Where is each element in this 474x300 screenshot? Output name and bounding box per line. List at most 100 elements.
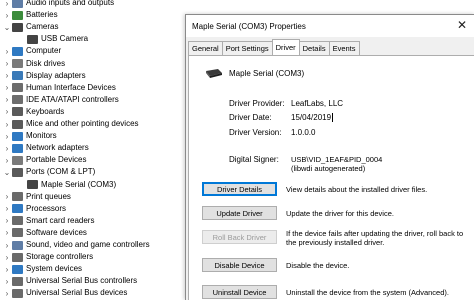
- tree-item-universal-serial-bus-devices[interactable]: › Universal Serial Bus devices: [2, 287, 127, 299]
- tree-item-portable-devices[interactable]: › Portable Devices: [2, 154, 86, 166]
- software-device-icon: [12, 228, 23, 238]
- tree-item-batteries[interactable]: › Batteries: [2, 9, 58, 21]
- port-icon: [204, 68, 224, 82]
- network-icon: [12, 143, 23, 153]
- tree-item-label: Print queues: [26, 191, 71, 201]
- chevron-right-icon[interactable]: ›: [2, 45, 12, 57]
- chevron-right-icon[interactable]: ›: [2, 203, 12, 215]
- tree-item-print-queues[interactable]: › Print queues: [2, 191, 71, 203]
- chevron-right-icon[interactable]: ›: [2, 94, 12, 106]
- tree-item-label: Cameras: [26, 22, 59, 32]
- tree-item-label: Software devices: [26, 227, 87, 237]
- tree-item-label: System devices: [26, 264, 83, 274]
- update-driver-description: Update the driver for this device.: [286, 209, 394, 218]
- chevron-right-icon[interactable]: ›: [2, 227, 12, 239]
- tree-item-ports-com-lpt[interactable]: ⌄ Ports (COM & LPT): [2, 166, 95, 178]
- system-device-icon: [12, 264, 23, 274]
- chevron-right-icon[interactable]: ›: [2, 275, 12, 287]
- tree-item-human-interface-devices[interactable]: › Human Interface Devices: [2, 82, 116, 94]
- tree-item-cameras[interactable]: ⌄ Cameras: [2, 21, 58, 33]
- tab-general[interactable]: General: [188, 41, 223, 55]
- camera-icon: [27, 34, 38, 44]
- update-driver-button[interactable]: Update Driver: [202, 206, 277, 220]
- tab-details[interactable]: Details: [298, 41, 330, 55]
- device-tree: › Audio inputs and outputs › Batteries ⌄ Came…: [0, 0, 190, 299]
- tree-item-usb-camera[interactable]: USB Camera: [23, 33, 88, 45]
- chevron-right-icon[interactable]: ›: [2, 58, 12, 70]
- driver-details-description: View details about the installed driver …: [286, 185, 428, 194]
- tree-item-universal-serial-bus-controllers[interactable]: › Universal Serial Bus controllers: [2, 275, 137, 287]
- driver-version-label: Driver Version:: [229, 128, 282, 137]
- tree-item-monitors[interactable]: › Monitors: [2, 130, 57, 142]
- smart-card-icon: [12, 216, 23, 226]
- chevron-right-icon[interactable]: ›: [2, 9, 12, 21]
- controller-icon: [12, 95, 23, 105]
- chevron-right-icon[interactable]: ›: [2, 118, 12, 130]
- tree-item-label: Display adapters: [26, 70, 86, 80]
- driver-date-value: 15/04/2019: [291, 113, 332, 122]
- chevron-right-icon[interactable]: ›: [2, 0, 12, 9]
- driver-version-value: 1.0.0.0: [291, 128, 316, 137]
- keyboard-icon: [12, 107, 23, 117]
- tab-driver[interactable]: Driver: [271, 39, 300, 55]
- driver-details-button[interactable]: Driver Details: [202, 182, 277, 196]
- uninstall-device-button[interactable]: Uninstall Device: [202, 285, 277, 299]
- mouse-icon: [12, 119, 23, 129]
- chevron-right-icon[interactable]: ›: [2, 106, 12, 118]
- chevron-right-icon[interactable]: ›: [2, 263, 12, 275]
- chevron-right-icon[interactable]: ›: [2, 142, 12, 154]
- port-icon: [12, 167, 23, 177]
- tree-item-system-devices[interactable]: › System devices: [2, 263, 82, 275]
- tree-item-processors[interactable]: › Processors: [2, 203, 66, 215]
- tree-item-label: Keyboards: [26, 106, 65, 116]
- driver-provider-value: LeafLabs, LLC: [291, 99, 344, 108]
- tree-item-smart-card-readers[interactable]: › Smart card readers: [2, 215, 94, 227]
- chevron-right-icon[interactable]: ›: [2, 287, 12, 299]
- roll-back-driver-button[interactable]: Roll Back Driver: [202, 230, 277, 244]
- tree-item-software-devices[interactable]: › Software devices: [2, 227, 87, 239]
- hid-icon: [12, 83, 23, 93]
- tree-item-label: Network adapters: [26, 143, 89, 153]
- tree-item-disk-drives[interactable]: › Disk drives: [2, 58, 65, 70]
- chevron-right-icon[interactable]: ›: [2, 130, 12, 142]
- tree-item-storage-controllers[interactable]: › Storage controllers: [2, 251, 93, 263]
- disable-device-button[interactable]: Disable Device: [202, 258, 277, 272]
- tree-item-label: Human Interface Devices: [26, 82, 116, 92]
- chevron-down-icon[interactable]: ⌄: [2, 21, 12, 33]
- tree-item-label: Ports (COM & LPT): [26, 167, 96, 177]
- close-icon[interactable]: ✕: [457, 18, 467, 32]
- tree-item-mice-and-other-pointing-devices[interactable]: › Mice and other pointing devices: [2, 118, 139, 130]
- digital-signer-value: USB\VID_1EAF&PID_0004 (libwdi autogenera…: [291, 155, 383, 173]
- tree-item-display-adapters[interactable]: › Display adapters: [2, 70, 86, 82]
- chevron-right-icon[interactable]: ›: [2, 82, 12, 94]
- tree-item-label: USB Camera: [41, 34, 89, 44]
- tab-events[interactable]: Events: [328, 41, 360, 55]
- camera-icon: [12, 22, 23, 32]
- tree-item-label: Computer: [26, 46, 62, 56]
- tree-item-label: Universal Serial Bus controllers: [26, 276, 138, 286]
- driver-date-label: Driver Date:: [229, 113, 272, 122]
- tree-item-label: Mice and other pointing devices: [26, 119, 139, 128]
- chevron-right-icon[interactable]: ›: [2, 251, 12, 263]
- tree-item-maple-serial-com3[interactable]: Maple Serial (COM3): [23, 178, 117, 191]
- chevron-right-icon[interactable]: ›: [2, 191, 12, 203]
- tree-item-keyboards[interactable]: › Keyboards: [2, 106, 64, 118]
- tree-item-label: Maple Serial (COM3): [41, 178, 117, 191]
- tree-item-sound-video-and-game-controllers[interactable]: › Sound, video and game controllers: [2, 239, 150, 251]
- tree-item-audio-inputs-and-outputs[interactable]: › Audio inputs and outputs: [2, 0, 114, 9]
- chevron-right-icon[interactable]: ›: [2, 154, 12, 166]
- chevron-right-icon[interactable]: ›: [2, 239, 12, 251]
- roll-back-driver-description: If the device fails after updating the d…: [286, 229, 464, 247]
- chevron-right-icon[interactable]: ›: [2, 215, 12, 227]
- tree-item-label: Smart card readers: [26, 215, 95, 225]
- processor-icon: [12, 204, 23, 214]
- tree-item-label: Storage controllers: [26, 252, 94, 262]
- chevron-right-icon[interactable]: ›: [2, 70, 12, 82]
- chevron-down-icon[interactable]: ⌄: [2, 166, 12, 178]
- dialog-title: Maple Serial (COM3) Properties: [192, 21, 306, 31]
- tree-item-network-adapters[interactable]: › Network adapters: [2, 142, 89, 154]
- tab-port-settings[interactable]: Port Settings: [221, 41, 273, 55]
- device-name: Maple Serial (COM3): [229, 69, 305, 78]
- tree-item-ide-ata-atapi-controllers[interactable]: › IDE ATA/ATAPI controllers: [2, 94, 119, 106]
- tree-item-computer[interactable]: › Computer: [2, 45, 61, 57]
